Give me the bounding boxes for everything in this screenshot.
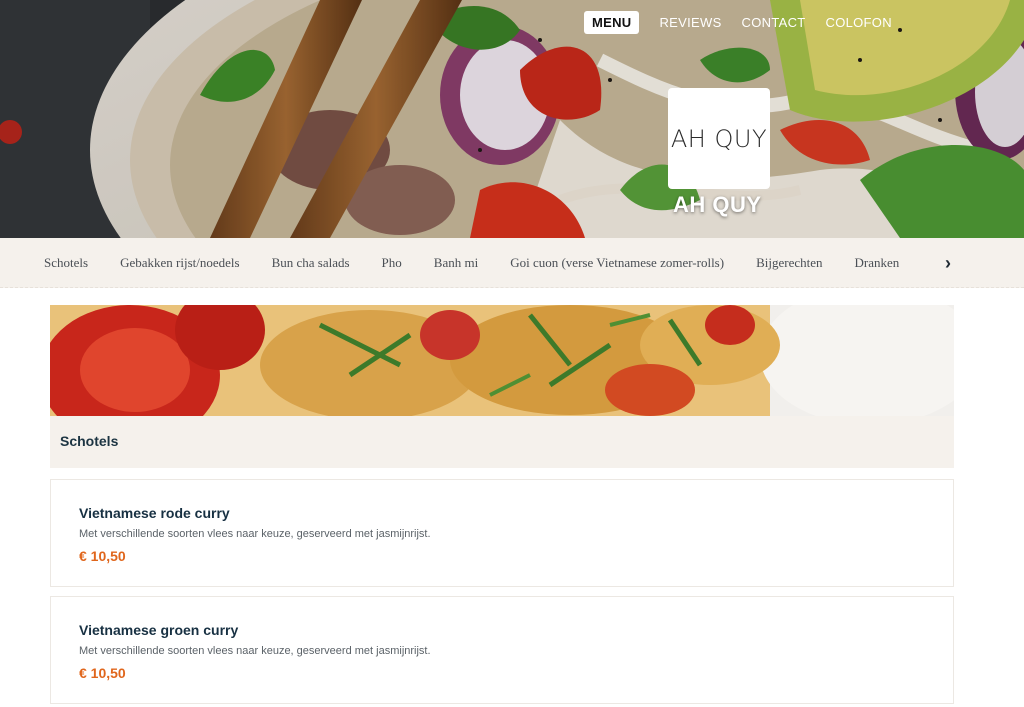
logo-text: AH QUY — [670, 124, 768, 153]
category-list: Schotels Gebakken rijst/noedels Bun cha … — [44, 238, 924, 287]
section-title: Schotels — [60, 433, 119, 449]
dish-name: Vietnamese groen curry — [79, 622, 239, 638]
category-goi-cuon[interactable]: Goi cuon (verse Vietnamese zomer-rolls) — [510, 255, 724, 271]
category-bun-cha-salads[interactable]: Bun cha salads — [272, 255, 350, 271]
nav-item-menu[interactable]: MENU — [584, 11, 640, 34]
main-navigation: MENU REVIEWS CONTACT COLOFON — [584, 11, 902, 34]
restaurant-logo: AH QUY — [668, 88, 770, 189]
category-pho[interactable]: Pho — [382, 255, 402, 271]
category-bijgerechten[interactable]: Bijgerechten — [756, 255, 822, 271]
dish-card[interactable]: Vietnamese rode curry Met verschillende … — [50, 479, 954, 587]
category-dranken[interactable]: Dranken — [855, 255, 900, 271]
category-bar: Schotels Gebakken rijst/noedels Bun cha … — [0, 238, 1024, 288]
category-gebakken-rijst-noedels[interactable]: Gebakken rijst/noedels — [120, 255, 240, 271]
dish-name: Vietnamese rode curry — [79, 505, 230, 521]
curry-photo — [50, 305, 954, 416]
section-header: Schotels — [50, 416, 954, 468]
nav-item-reviews[interactable]: REVIEWS — [649, 11, 731, 34]
hero-header: MENU REVIEWS CONTACT COLOFON AH QUY AH Q… — [0, 0, 1024, 238]
dish-card[interactable]: Vietnamese groen curry Met verschillende… — [50, 596, 954, 704]
dish-description: Met verschillende soorten vlees naar keu… — [79, 645, 431, 657]
dish-price: € 10,50 — [79, 665, 126, 681]
hero-food-photo — [0, 0, 1024, 238]
category-banh-mi[interactable]: Banh mi — [434, 255, 478, 271]
category-schotels[interactable]: Schotels — [44, 255, 88, 271]
dish-description: Met verschillende soorten vlees naar keu… — [79, 528, 431, 540]
nav-item-colofon[interactable]: COLOFON — [816, 11, 902, 34]
dish-price: € 10,50 — [79, 548, 126, 564]
section-banner-image — [50, 305, 954, 416]
restaurant-name: AH QUY — [673, 192, 762, 217]
nav-item-contact[interactable]: CONTACT — [732, 11, 816, 34]
chevron-right-icon[interactable]: › — [938, 253, 958, 273]
